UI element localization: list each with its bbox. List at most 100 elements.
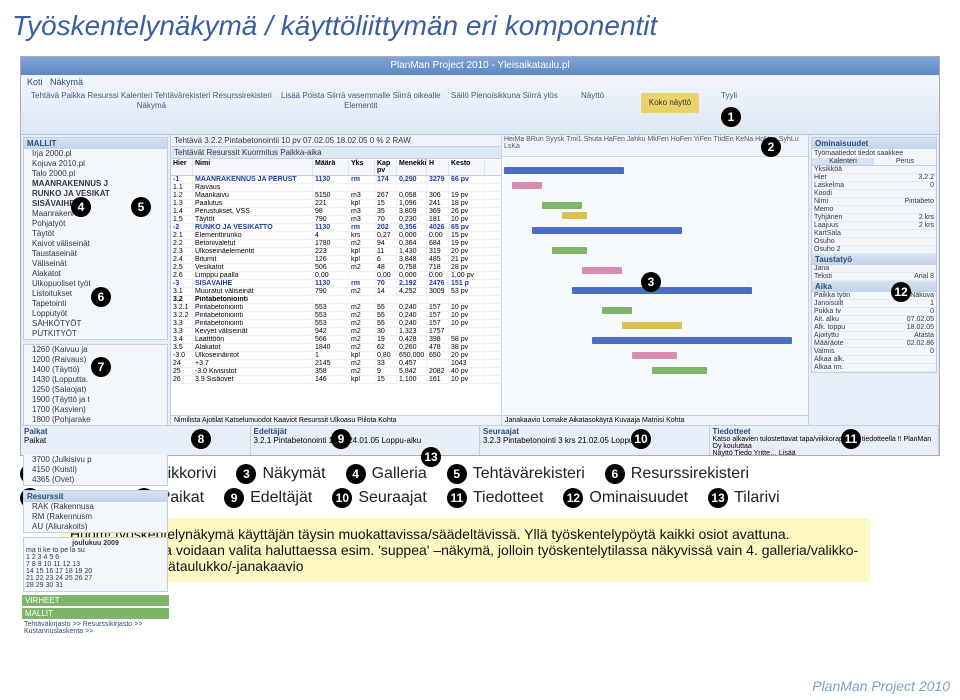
gantt-bar[interactable] (582, 267, 622, 274)
legend-label: Näkymät (262, 465, 325, 483)
property-row[interactable]: Hier3.2.2 (812, 174, 936, 182)
properties-table[interactable]: JanaTekstiArial 8 (812, 265, 936, 281)
property-row[interactable]: TekstiArial 8 (812, 273, 936, 281)
property-row[interactable]: Laskelma0 (812, 182, 936, 190)
list-item[interactable]: RM (Rakennusm (24, 512, 167, 522)
property-row[interactable]: Yksikköä (812, 166, 936, 174)
gantt-bar[interactable] (592, 337, 792, 344)
list-item[interactable]: MAANRAKENNUS J (24, 179, 167, 189)
ribbon-tabs[interactable]: Koti Näkymä (27, 77, 83, 87)
property-row[interactable]: Ait. alku07.02.05 (812, 316, 936, 324)
property-row[interactable]: Koodi (812, 190, 936, 198)
gantt-bar[interactable] (602, 307, 632, 314)
gantt-bar[interactable] (552, 247, 587, 254)
ribbon-tab-home[interactable]: Koti (27, 77, 43, 87)
panel-mallit[interactable]: MALLIT Irja 2000.pl Kojuva 2010.pl Talo … (23, 137, 168, 340)
panel-seuraajat[interactable]: Seuraajat 3.2.3 Pintabetonointi 3 krs 21… (480, 426, 710, 455)
gantt-bar[interactable] (562, 212, 587, 219)
property-row[interactable]: Määräote02.02.86 (812, 340, 936, 348)
property-row[interactable]: Tyhjänen2 krs (812, 214, 936, 222)
panel-ominaisuudet[interactable]: Ominaisuudet Työmaatiedot tiedot saakkee… (811, 137, 937, 373)
list-item[interactable]: 1430 (Lopputta. (24, 375, 167, 385)
property-row[interactable]: Osuho (812, 238, 936, 246)
property-row[interactable]: AjoityttuAtasta (812, 332, 936, 340)
property-row[interactable]: Osuho 2 (812, 246, 936, 254)
property-row[interactable]: Alkaa rm. (812, 364, 936, 372)
col-kesto[interactable]: Kesto (449, 159, 485, 175)
panel-paikat[interactable]: Paikat Paikat (21, 426, 251, 455)
tab-perus[interactable]: Perus (874, 158, 936, 165)
list-item[interactable]: Väliseinät (24, 259, 167, 269)
panel-calendar[interactable]: joulukuu 2009 ma ti ke to pe la su 1 2 3… (23, 537, 168, 592)
gantt-bar[interactable] (532, 227, 682, 234)
col-menekki[interactable]: Menekki (397, 159, 427, 175)
list-item[interactable]: Kaivot väliseinät (24, 239, 167, 249)
list-item[interactable]: Kojuva 2010.pl (24, 159, 167, 169)
col-yks[interactable]: Yks (349, 159, 375, 175)
property-row[interactable]: Alk. toppu18.02.05 (812, 324, 936, 332)
property-row[interactable]: Laajuus2 krs (812, 222, 936, 230)
list-item[interactable]: AU (Aliurakoits) (24, 522, 167, 532)
col-h[interactable]: H (427, 159, 449, 175)
list-item[interactable]: SÄHKÖTYÖT (24, 319, 167, 329)
ribbon-group-nakyma[interactable]: Tehtävä Paikka Resurssi Kalenteri Tehtäv… (31, 91, 272, 110)
panel-mallit-btn[interactable]: MALLIT (22, 608, 169, 619)
property-row[interactable]: Alkaa alk. (812, 356, 936, 364)
list-item[interactable]: Talo 2000.pl (24, 169, 167, 179)
calendar-week[interactable]: 14 15 16 17 18 19 20 (26, 568, 165, 575)
list-item[interactable]: RAK (Rakennusa (24, 502, 167, 512)
panel-edeltajat[interactable]: Edeltäjät 3.2.1 Pintabetonointi 1 krs 24… (251, 426, 481, 455)
gantt-bar[interactable] (652, 367, 707, 374)
gantt-bar[interactable] (622, 322, 682, 329)
list-item[interactable]: Täytöt (24, 229, 167, 239)
list-item[interactable]: 1800 (Pohjarake (24, 415, 167, 425)
col-hier[interactable]: Hier (171, 159, 193, 175)
list-item[interactable]: 3700 (Julkisivu p (24, 455, 167, 465)
gantt-bar[interactable] (504, 167, 624, 174)
col-nimi[interactable]: Nimi (193, 159, 313, 175)
list-item[interactable]: 1260 (Kaivuu ja (24, 345, 167, 355)
property-row[interactable]: Valmis0 (812, 348, 936, 356)
property-row[interactable]: Memo (812, 206, 936, 214)
bottom-panels: Paikat Paikat Edeltäjät 3.2.1 Pintabeton… (21, 425, 939, 455)
ribbon-group-3[interactable]: Säilö Pienoisikkuna Siirrä ylös (451, 91, 558, 100)
gantt-bar[interactable] (572, 287, 752, 294)
calendar-week[interactable]: 28 29 30 31 (26, 582, 165, 589)
properties-table[interactable]: YksikköäHier3.2.2Laskelma0KoodiNimiPinta… (812, 166, 936, 254)
property-row[interactable]: Jana (812, 265, 936, 273)
list-item[interactable]: PUTKITYÖT (24, 329, 167, 339)
tab-kalenteri[interactable]: Kalenteri (812, 158, 874, 165)
list-item[interactable]: Taustaseinät (24, 249, 167, 259)
gantt-footer-tools[interactable]: Janakaavio Lomake Aikatasokäyrä Kuvaaja … (502, 415, 808, 425)
list-item[interactable]: 4365 (Ovet) (24, 475, 167, 485)
property-row[interactable]: Pukka tv0 (812, 308, 936, 316)
list-item[interactable]: 4150 (Kuisti) (24, 465, 167, 475)
calendar-week[interactable]: 7 8 9 10 11 12 13 (26, 561, 165, 568)
col-maara[interactable]: Määrä (313, 159, 349, 175)
properties-table[interactable]: Paikka työnNäkuvaJanoisuilt1Pukka tv0Ait… (812, 292, 936, 372)
property-row[interactable]: Janoisuilt1 (812, 300, 936, 308)
ribbon-koko-naytto[interactable]: Koko näyttö (641, 93, 699, 113)
property-row[interactable]: KartSala (812, 230, 936, 238)
property-row[interactable]: NimiPintabeto (812, 198, 936, 206)
list-item[interactable]: 1250 (Salaojat) (24, 385, 167, 395)
list-item[interactable]: Lopputyöt (24, 309, 167, 319)
gantt-bar[interactable] (512, 182, 542, 189)
link-list[interactable]: Tehtäväkirjasto >> Resurssikirjasto >> K… (21, 620, 170, 636)
panel-virheet[interactable]: VIRHEET (22, 595, 169, 606)
list-item[interactable]: 1700 (Kasvien) (24, 405, 167, 415)
col-kap[interactable]: Kap pv (375, 159, 397, 175)
ribbon-tab-view[interactable]: Näkymä (50, 77, 83, 87)
list-item[interactable]: Irja 2000.pl (24, 149, 167, 159)
list-item[interactable]: Alakatot (24, 269, 167, 279)
property-row[interactable]: Paikka työnNäkuva (812, 292, 936, 300)
list-item[interactable]: 1900 (Täyttö ja t (24, 395, 167, 405)
panel-tiedotteet[interactable]: Tiedotteet Katso alkavien tulostettavat … (710, 426, 940, 455)
panel-resurssit[interactable]: Resurssit RAK (Rakennusa RM (Rakennusm A… (23, 490, 168, 533)
calendar-week[interactable]: 1 2 3 4 5 6 (26, 554, 165, 561)
list-item[interactable]: Pohjatyöt (24, 219, 167, 229)
gantt-bar[interactable] (542, 202, 582, 209)
calendar-week[interactable]: 21 22 23 24 25 26 27 (26, 575, 165, 582)
gantt-bar[interactable] (632, 352, 677, 359)
ribbon-group-elementit[interactable]: Lisää Poista Siirrä vasemmalle Siirrä oi… (281, 91, 441, 110)
